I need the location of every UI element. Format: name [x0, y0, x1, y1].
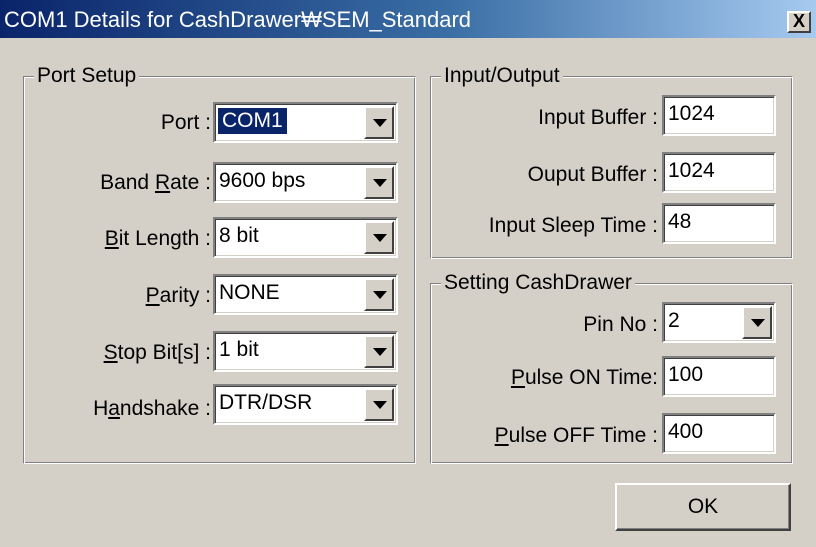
- output-buffer-value: 1024: [668, 159, 715, 182]
- pin-no-label: Pin No :: [583, 313, 658, 336]
- output-buffer-label: Ouput Buffer :: [527, 163, 658, 186]
- bit-length-combo[interactable]: 8 bit: [213, 217, 398, 258]
- ok-button[interactable]: OK: [615, 483, 791, 531]
- stop-bits-value: 1 bit: [219, 338, 259, 361]
- pin-no-value: 2: [668, 309, 680, 332]
- pulse-on-time-field[interactable]: 100: [662, 356, 776, 397]
- port-dropdown-button[interactable]: [364, 106, 394, 139]
- pin-no-dropdown-button[interactable]: [742, 306, 772, 339]
- pulse-off-time-label: Pulse OFF Time :: [494, 424, 658, 447]
- input-buffer-label: Input Buffer :: [538, 106, 658, 129]
- pulse-off-time-field[interactable]: 400: [662, 413, 776, 454]
- input-sleep-time-field[interactable]: 48: [662, 203, 776, 244]
- parity-dropdown-button[interactable]: [364, 278, 394, 311]
- pin-no-combo[interactable]: 2: [662, 302, 776, 343]
- port-label: Port :: [160, 111, 211, 134]
- chevron-down-icon: [373, 401, 387, 409]
- stop-bits-label: Stop Bit[s] :: [103, 341, 211, 364]
- band-rate-value: 9600 bps: [219, 169, 306, 192]
- chevron-down-icon: [373, 119, 387, 127]
- close-icon: X: [792, 11, 805, 31]
- parity-label: Parity :: [145, 284, 211, 307]
- cashdrawer-label: Setting CashDrawer: [441, 270, 635, 296]
- handshake-combo[interactable]: DTR/DSR: [213, 384, 398, 425]
- stop-bits-combo[interactable]: 1 bit: [213, 331, 398, 372]
- bit-length-value: 8 bit: [219, 224, 259, 247]
- window-title: COM1 Details for CashDrawer₩SEM_Standard: [4, 7, 472, 32]
- band-rate-dropdown-button[interactable]: [364, 166, 394, 199]
- port-setup-label: Port Setup: [34, 63, 140, 89]
- band-rate-label: Band Rate :: [100, 171, 211, 194]
- bit-length-dropdown-button[interactable]: [364, 221, 394, 254]
- output-buffer-field[interactable]: 1024: [662, 152, 776, 193]
- handshake-label: Handshake :: [93, 397, 211, 420]
- pulse-on-time-label: Pulse ON Time:: [510, 366, 658, 389]
- band-rate-combo[interactable]: 9600 bps: [213, 162, 398, 203]
- pulse-off-time-value: 400: [668, 420, 704, 443]
- chevron-down-icon: [373, 291, 387, 299]
- pulse-on-time-value: 100: [668, 363, 704, 386]
- input-sleep-time-value: 48: [668, 210, 692, 233]
- port-value: COM1: [218, 108, 287, 134]
- port-combo[interactable]: COM1: [213, 102, 398, 143]
- stop-bits-dropdown-button[interactable]: [364, 335, 394, 368]
- parity-combo[interactable]: NONE: [213, 274, 398, 315]
- bit-length-label: Bit Length :: [104, 227, 211, 250]
- input-sleep-time-label: Input Sleep Time :: [488, 214, 658, 237]
- input-buffer-field[interactable]: 1024: [662, 95, 776, 136]
- handshake-value: DTR/DSR: [219, 391, 313, 414]
- input-buffer-value: 1024: [668, 102, 715, 125]
- input-output-label: Input/Output: [441, 63, 563, 89]
- chevron-down-icon: [373, 234, 387, 242]
- handshake-dropdown-button[interactable]: [364, 388, 394, 421]
- parity-value: NONE: [219, 281, 280, 304]
- chevron-down-icon: [751, 319, 765, 327]
- title-bar: COM1 Details for CashDrawer₩SEM_Standard…: [0, 0, 816, 38]
- close-button[interactable]: X: [787, 11, 811, 33]
- chevron-down-icon: [373, 348, 387, 356]
- chevron-down-icon: [373, 179, 387, 187]
